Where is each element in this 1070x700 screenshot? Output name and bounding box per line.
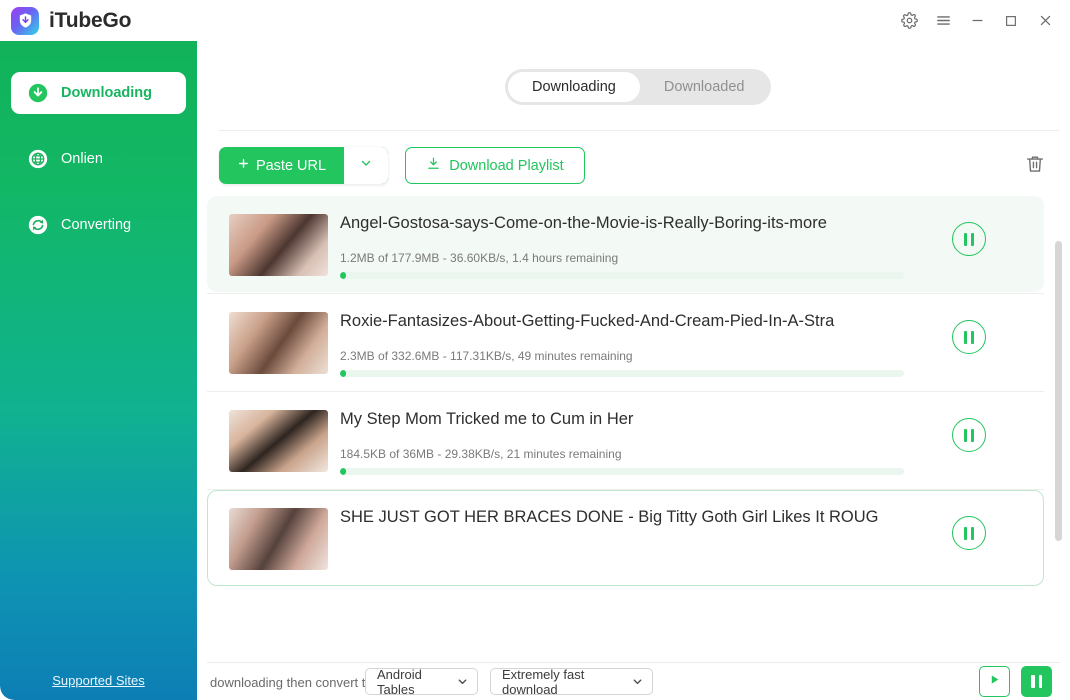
minimize-icon[interactable] xyxy=(960,4,994,38)
table-row[interactable]: Roxie-Fantasizes-About-Getting-Fucked-An… xyxy=(207,294,1044,390)
download-title: My Step Mom Tricked me to Cum in Her xyxy=(340,410,634,428)
scrollbar-thumb[interactable] xyxy=(1055,241,1062,541)
toolbar: Paste URL Download Playlist xyxy=(197,144,1070,200)
download-stats: 184.5KB of 36MB - 29.38KB/s, 21 minutes … xyxy=(340,447,622,461)
download-title: SHE JUST GOT HER BRACES DONE - Big Titty… xyxy=(340,508,879,526)
app-logo: iTubeGo xyxy=(11,6,132,35)
shield-download-icon xyxy=(11,6,39,35)
chevron-down-icon xyxy=(456,675,469,688)
speed-select[interactable]: Extremely fast download xyxy=(490,666,653,697)
progress-bar xyxy=(340,468,904,475)
toolbar-divider-top xyxy=(219,130,1059,131)
itubego-window: iTubeGo Downloading Onlien Converting Su… xyxy=(0,0,1070,700)
sidebar-item-onlien[interactable]: Onlien xyxy=(11,138,186,180)
main-panel: Downloading Downloaded Paste URL Downloa… xyxy=(197,41,1070,700)
chevron-down-icon xyxy=(631,675,644,688)
sidebar-item-converting[interactable]: Converting xyxy=(11,204,186,246)
sidebar-label-downloading: Downloading xyxy=(61,85,153,101)
pause-all-button[interactable] xyxy=(1021,666,1052,697)
pause-icon xyxy=(1031,675,1035,688)
pause-icon-bar2 xyxy=(1038,675,1042,688)
video-thumbnail xyxy=(229,312,328,374)
tab-downloading[interactable]: Downloading xyxy=(508,72,640,102)
paste-url-group: Paste URL xyxy=(219,147,388,184)
supported-sites-link[interactable]: Supported Sites xyxy=(0,673,197,688)
table-row[interactable]: SHE JUST GOT HER BRACES DONE - Big Titty… xyxy=(207,490,1044,586)
table-row[interactable]: Angel-Gostosa-says-Come-on-the-Movie-is-… xyxy=(207,196,1044,292)
app-title: iTubeGo xyxy=(49,8,132,32)
trash-icon xyxy=(1024,153,1046,180)
window-controls xyxy=(892,0,1062,41)
download-playlist-label: Download Playlist xyxy=(449,157,564,174)
plus-icon xyxy=(237,157,250,174)
gear-icon[interactable] xyxy=(892,4,926,38)
download-circle-icon xyxy=(26,81,50,105)
format-select-value: Android Tables xyxy=(377,666,422,697)
paste-url-label: Paste URL xyxy=(255,157,327,174)
table-row[interactable]: My Step Mom Tricked me to Cum in Her 184… xyxy=(207,392,1044,488)
pause-icon[interactable] xyxy=(952,418,986,452)
delete-all-button[interactable] xyxy=(1018,149,1052,183)
close-icon[interactable] xyxy=(1028,4,1062,38)
pause-icon[interactable] xyxy=(952,222,986,256)
tab-downloaded[interactable]: Downloaded xyxy=(640,72,769,102)
video-thumbnail xyxy=(229,410,328,472)
download-icon xyxy=(426,156,441,175)
globe-icon xyxy=(26,147,50,171)
hamburger-menu-icon[interactable] xyxy=(926,4,960,38)
pause-icon[interactable] xyxy=(952,320,986,354)
sidebar-label-converting: Converting xyxy=(61,217,132,233)
convert-to-label: downloading then convert to: xyxy=(210,675,377,690)
paste-url-dropdown-button[interactable] xyxy=(344,147,388,184)
play-icon xyxy=(988,673,1001,691)
format-select[interactable]: Android Tables xyxy=(365,666,478,697)
progress-bar xyxy=(340,272,904,279)
title-bar: iTubeGo xyxy=(0,0,1070,41)
view-tabs: Downloading Downloaded xyxy=(505,69,772,105)
chevron-down-icon xyxy=(359,156,373,175)
video-thumbnail xyxy=(229,214,328,276)
download-title: Roxie-Fantasizes-About-Getting-Fucked-An… xyxy=(340,312,835,330)
sidebar-label-onlien: Onlien xyxy=(61,151,103,167)
download-title: Angel-Gostosa-says-Come-on-the-Movie-is-… xyxy=(340,214,827,232)
download-playlist-button[interactable]: Download Playlist xyxy=(405,147,585,184)
download-stats: 1.2MB of 177.9MB - 36.60KB/s, 1.4 hours … xyxy=(340,251,619,265)
pause-icon[interactable] xyxy=(952,516,986,550)
speed-select-value: Extremely fast download xyxy=(502,666,585,697)
download-stats: 2.3MB of 332.6MB - 117.31KB/s, 49 minute… xyxy=(340,349,633,363)
footer-bar: downloading then convert to: Android Tab… xyxy=(197,663,1070,700)
list-scrollbar[interactable] xyxy=(1055,196,1062,662)
progress-bar xyxy=(340,370,904,377)
sidebar-item-downloading[interactable]: Downloading xyxy=(11,72,186,114)
download-list: Angel-Gostosa-says-Come-on-the-Movie-is-… xyxy=(197,196,1070,662)
maximize-icon[interactable] xyxy=(994,4,1028,38)
start-all-button[interactable] xyxy=(979,666,1010,697)
video-thumbnail xyxy=(229,508,328,570)
sidebar: Downloading Onlien Converting Supported … xyxy=(0,41,197,700)
refresh-circle-icon xyxy=(26,213,50,237)
paste-url-button[interactable]: Paste URL xyxy=(219,147,344,184)
